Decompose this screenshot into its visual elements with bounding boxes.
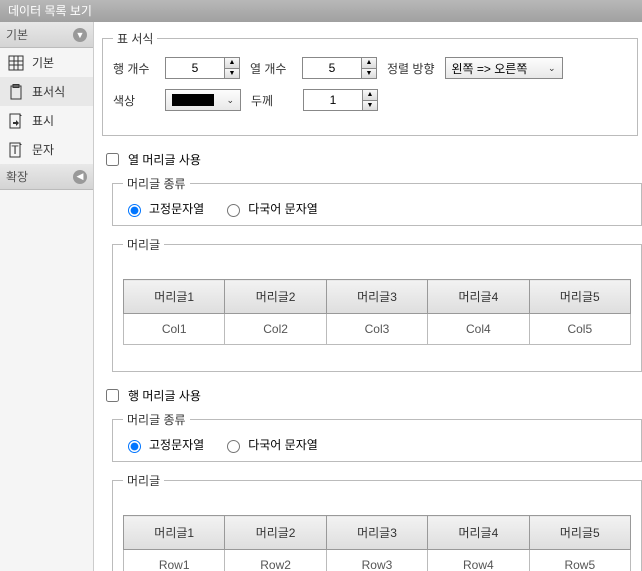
grid-value-cell[interactable]: Col3 [326,314,427,345]
sidebar-item-table-format[interactable]: 표서식 [0,77,93,106]
grid-header-cell[interactable]: 머리글3 [326,516,427,550]
table-format-group: 표 서식 행 개수 ▲▼ 열 개수 ▲▼ 정렬 방향 왼쪽 => 오른쪽 ⌄ [102,30,638,136]
sidebar-item-basic[interactable]: 기본 [0,48,93,77]
col-header-type-group: 머리글 종류 고정문자열 다국어 문자열 [112,175,642,226]
grid-header-cell[interactable]: 머리글1 [124,280,225,314]
radio-input[interactable] [227,204,240,217]
window-titlebar: 데이터 목록 보기 [0,0,642,22]
table-row: 머리글1 머리글2 머리글3 머리글4 머리글5 [124,516,631,550]
clipboard-icon [8,84,24,100]
grid-value-cell[interactable]: Row5 [529,550,630,571]
align-select[interactable]: 왼쪽 => 오른쪽 ⌄ [445,57,563,79]
thickness-label: 두께 [251,92,293,109]
sidebar-item-label: 표시 [32,112,54,129]
align-select-value: 왼쪽 => 오른쪽 [452,60,528,77]
grid-header-cell[interactable]: 머리글4 [428,280,529,314]
radio-input[interactable] [128,440,141,453]
row-header-use-checkbox[interactable] [106,389,119,402]
sidebar-item-label: 표서식 [32,83,65,100]
align-label: 정렬 방향 [387,60,435,77]
grid-value-cell[interactable]: Col1 [124,314,225,345]
sidebar-section-extend-title: 확장 [6,168,28,185]
table-format-legend: 표 서식 [113,30,157,47]
row-header-use-label: 행 머리글 사용 [128,387,201,404]
radio-label: 고정문자열 [149,200,204,217]
spinner-down-icon[interactable]: ▼ [362,69,376,79]
row-header-grid: 머리글1 머리글2 머리글3 머리글4 머리글5 Row1 Row2 Row3 … [123,515,631,571]
row-count-input[interactable] [166,58,224,78]
table-row: Col1 Col2 Col3 Col4 Col5 [124,314,631,345]
radio-label: 다국어 문자열 [248,436,318,453]
col-header-type-legend: 머리글 종류 [123,175,190,192]
color-picker[interactable]: ⌄ [165,89,241,111]
col-header-type-multi-radio[interactable]: 다국어 문자열 [222,200,318,217]
radio-label: 다국어 문자열 [248,200,318,217]
radio-input[interactable] [227,440,240,453]
grid-value-cell[interactable]: Row4 [428,550,529,571]
color-swatch [172,94,214,106]
col-header-grid-group: 머리글 머리글1 머리글2 머리글3 머리글4 머리글5 Col1 Col2 C… [112,236,642,372]
row-count-spinner[interactable]: ▲▼ [165,57,240,79]
col-header-use-label: 열 머리글 사용 [128,151,201,168]
grid-header-cell[interactable]: 머리글1 [124,516,225,550]
col-count-label: 열 개수 [250,60,292,77]
svg-text:T: T [11,143,19,157]
grid-header-cell[interactable]: 머리글5 [529,280,630,314]
radio-label: 고정문자열 [149,436,204,453]
row-header-type-fixed-radio[interactable]: 고정문자열 [123,436,204,453]
col-header-grid: 머리글1 머리글2 머리글3 머리글4 머리글5 Col1 Col2 Col3 … [123,279,631,345]
grid-value-cell[interactable]: Col5 [529,314,630,345]
table-row: Row1 Row2 Row3 Row4 Row5 [124,550,631,571]
col-header-grid-legend: 머리글 [123,236,164,253]
grid-header-cell[interactable]: 머리글2 [225,280,326,314]
sidebar-section-extend-header[interactable]: 확장 ◀ [0,164,93,190]
window-title: 데이터 목록 보기 [8,4,92,18]
row-count-label: 행 개수 [113,60,155,77]
grid-value-cell[interactable]: Row3 [326,550,427,571]
chevron-down-icon: ⌄ [226,95,234,106]
row-header-grid-legend: 머리글 [123,472,164,489]
content-panel: 표 서식 행 개수 ▲▼ 열 개수 ▲▼ 정렬 방향 왼쪽 => 오른쪽 ⌄ [94,22,642,571]
grid-value-cell[interactable]: Col4 [428,314,529,345]
spinner-up-icon[interactable]: ▲ [362,58,376,69]
radio-input[interactable] [128,204,141,217]
grid-header-cell[interactable]: 머리글4 [428,516,529,550]
sidebar-item-label: 기본 [32,54,54,71]
grid-value-cell[interactable]: Row1 [124,550,225,571]
col-count-input[interactable] [303,58,361,78]
collapse-icon[interactable]: ▼ [73,28,87,42]
grid-header-cell[interactable]: 머리글2 [225,516,326,550]
row-header-type-group: 머리글 종류 고정문자열 다국어 문자열 [112,411,642,462]
sidebar-item-display[interactable]: 표시 [0,106,93,135]
sidebar-item-text[interactable]: T 문자 [0,135,93,164]
row-header-grid-group: 머리글 머리글1 머리글2 머리글3 머리글4 머리글5 Row1 Row2 R… [112,472,642,571]
sidebar-section-basic-header[interactable]: 기본 ▼ [0,22,93,48]
sidebar-item-label: 문자 [32,141,54,158]
spinner-down-icon[interactable]: ▼ [225,69,239,79]
col-count-spinner[interactable]: ▲▼ [302,57,377,79]
spinner-up-icon[interactable]: ▲ [363,90,377,101]
page-arrow-icon [8,113,24,129]
sidebar-section-basic-title: 기본 [6,26,28,43]
row-header-type-legend: 머리글 종류 [123,411,190,428]
grid-value-cell[interactable]: Col2 [225,314,326,345]
col-header-use-checkbox[interactable] [106,153,119,166]
grid-icon [8,55,24,71]
thickness-input[interactable] [304,90,362,110]
grid-header-cell[interactable]: 머리글3 [326,280,427,314]
spinner-down-icon[interactable]: ▼ [363,101,377,111]
expand-icon[interactable]: ◀ [73,170,87,184]
thickness-spinner[interactable]: ▲▼ [303,89,378,111]
chevron-down-icon: ⌄ [548,63,556,74]
spinner-up-icon[interactable]: ▲ [225,58,239,69]
grid-header-cell[interactable]: 머리글5 [529,516,630,550]
color-label: 색상 [113,92,155,109]
col-header-type-fixed-radio[interactable]: 고정문자열 [123,200,204,217]
row-header-type-multi-radio[interactable]: 다국어 문자열 [222,436,318,453]
sidebar: 기본 ▼ 기본 표서식 표시 T 문자 확장 [0,22,94,571]
table-row: 머리글1 머리글2 머리글3 머리글4 머리글5 [124,280,631,314]
grid-value-cell[interactable]: Row2 [225,550,326,571]
page-t-icon: T [8,142,24,158]
